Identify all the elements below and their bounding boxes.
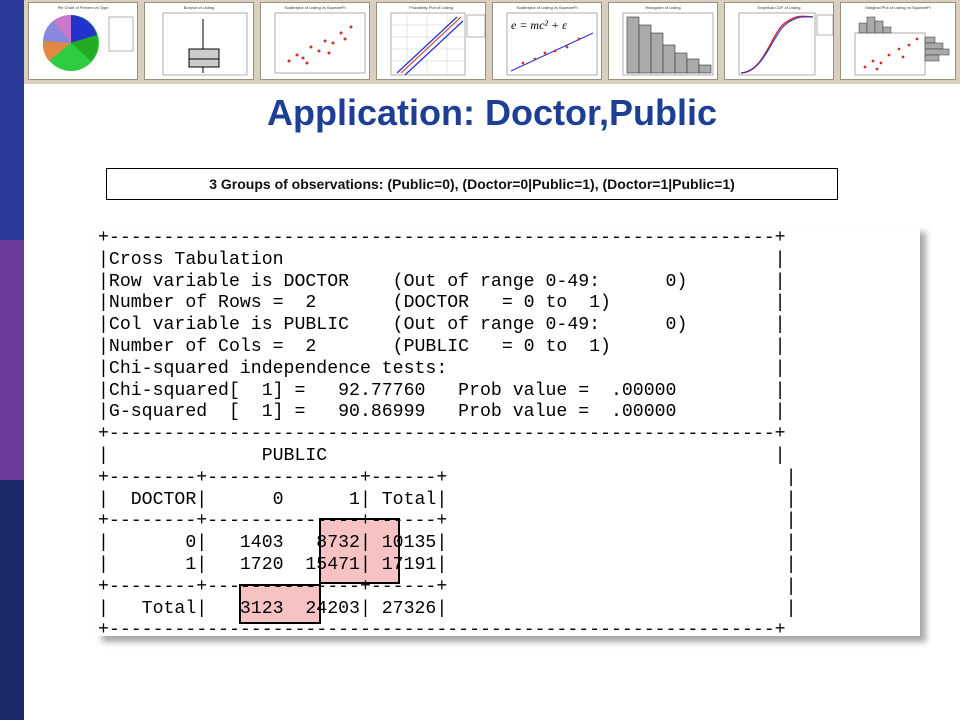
regression-thumbnail: Scatterplot of Listing vs SqueareFt e = … [492, 2, 602, 80]
probability-plot-icon [390, 12, 486, 76]
console-line: | Total| 3123 24203| 27326| | [98, 598, 797, 619]
console-line: |Number of Rows = 2 (DOCTOR = 0 to 1) | [98, 293, 786, 314]
sidebar-purple [0, 240, 24, 480]
console-line: +--------+--------------+------+ | [98, 467, 797, 488]
console-line: +---------------------------------------… [98, 424, 786, 445]
groups-note-box: 3 Groups of observations: (Public=0), (D… [106, 168, 838, 200]
marginal-plot-icon [854, 16, 950, 76]
console-line: | 0| 1403 8732| 10135| | [98, 533, 797, 554]
thumbnail-strip: Pie Chart of Percent vs Type Boxplot of … [24, 0, 960, 84]
console-line: | 1| 1720 15471| 17191| | [98, 554, 797, 575]
sidebar-navy [0, 480, 24, 720]
console-line: |Chi-squared[ 1] = 92.77760 Prob value =… [98, 380, 786, 401]
histogram-icon [622, 12, 714, 76]
console-line: |Row variable is DOCTOR (Out of range 0-… [98, 271, 786, 292]
marginal-plot-thumbnail: Marginal Plot of Listing vs SqueareFt [840, 2, 956, 80]
console-line: |Cross Tabulation | [98, 249, 786, 270]
boxplot-icon [162, 12, 248, 76]
pie-chart-thumbnail: Pie Chart of Percent vs Type [28, 2, 138, 80]
sidebar-blue [0, 0, 24, 240]
boxplot-thumbnail: Boxplot of Listing [144, 2, 254, 80]
console-line: +---------------------------------------… [98, 228, 786, 248]
console-line: +--------+--------------+------+ | [98, 576, 797, 597]
cdf-icon [738, 12, 834, 76]
console-line: |Number of Cols = 2 (PUBLIC = 0 to 1) | [98, 336, 786, 357]
regression-icon: e = mc² + ε [506, 12, 598, 76]
pie-chart-icon [42, 14, 134, 71]
cdf-thumbnail: Empirical CDF of Listing [724, 2, 834, 80]
console-line: | DOCTOR| 0 1| Total| | [98, 489, 797, 510]
scatter-thumbnail: Scatterplot of Listing vs SqueareFt [260, 2, 370, 80]
console-line: |Col variable is PUBLIC (Out of range 0-… [98, 315, 786, 336]
cross-tabulation-output: +---------------------------------------… [96, 226, 920, 640]
console-line: +--------+--------------+------+ | [98, 511, 797, 532]
histogram-thumbnail: Histogram of Listing [608, 2, 718, 80]
scatter-icon [274, 12, 366, 74]
probability-plot-thumbnail: Probability Plot of Listing [376, 2, 486, 80]
console-line: |Chi-squared independence tests: | [98, 358, 786, 379]
console-line: | PUBLIC | [98, 445, 786, 466]
console-text: +---------------------------------------… [98, 228, 797, 642]
slide-title: Application: Doctor,Public [266, 92, 718, 133]
console-line: |G-squared [ 1] = 90.86999 Prob value = … [98, 402, 786, 423]
formula-text: e = mc² + ε [511, 18, 567, 32]
console-line: +---------------------------------------… [98, 620, 786, 641]
